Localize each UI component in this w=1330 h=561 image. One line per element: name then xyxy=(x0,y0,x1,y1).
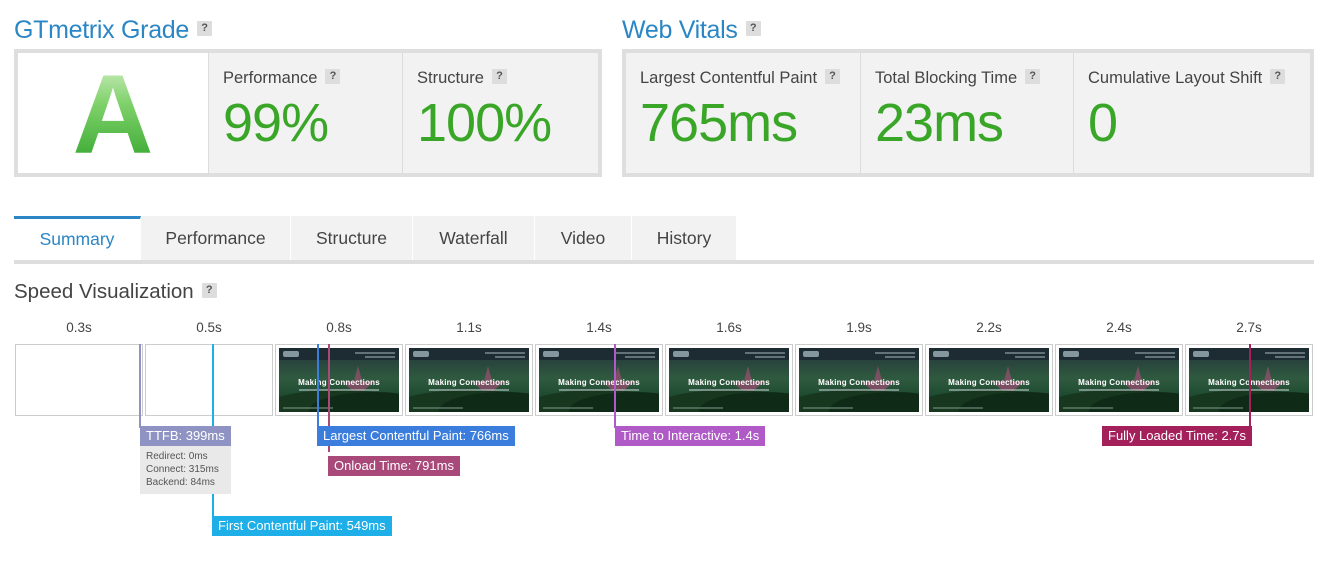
help-icon[interactable]: ? xyxy=(491,69,507,85)
performance-value: 99% xyxy=(223,93,329,153)
tab-summary[interactable]: Summary xyxy=(14,216,141,260)
grade-letter: A xyxy=(72,52,154,177)
performance-score: Performance? 99% xyxy=(209,53,403,173)
frame-blank[interactable] xyxy=(15,344,143,416)
web-vitals-title: Web Vitals? xyxy=(622,16,761,45)
gtmetrix-grade-title: GTmetrix Grade? xyxy=(14,16,212,45)
structure-label-row: Structure? xyxy=(417,69,598,88)
ttfb-breakdown: Redirect: 0ms Connect: 315ms Backend: 84… xyxy=(140,446,231,494)
frame-time: 1.6s xyxy=(716,320,742,335)
frame-time: 1.9s xyxy=(846,320,872,335)
structure-value: 100% xyxy=(417,93,552,153)
tbt-label-row: Total Blocking Time? xyxy=(875,69,1073,88)
lcp-line xyxy=(317,344,319,428)
page-screenshot: Making Connections xyxy=(539,348,659,412)
lcp-label: Largest Contentful Paint xyxy=(640,69,818,87)
frame-time: 2.4s xyxy=(1106,320,1132,335)
performance-label: Performance xyxy=(223,69,318,87)
speed-visualization-title-text: Speed Visualization xyxy=(14,280,194,303)
ttfb-connect: Connect: 315ms xyxy=(146,464,219,475)
speed-visualization-title: Speed Visualization? xyxy=(14,280,217,304)
tbt-value: 23ms xyxy=(875,93,1004,153)
cls-label-row: Cumulative Layout Shift? xyxy=(1088,69,1310,88)
lcp-metric: Largest Contentful Paint? 765ms xyxy=(626,53,861,173)
frame-thumbnail[interactable]: Making Connections xyxy=(925,344,1053,416)
page-screenshot: Making Connections xyxy=(1059,348,1179,412)
frame-hero-text: Making Connections xyxy=(558,378,640,387)
grade-box: A xyxy=(18,53,209,173)
gtmetrix-grade-panel: A Performance? 99% Structure? 100% xyxy=(14,49,602,177)
tab-history[interactable]: History xyxy=(632,216,737,260)
tti-marker[interactable]: Time to Interactive: 1.4s xyxy=(615,426,766,446)
help-icon[interactable]: ? xyxy=(197,20,212,36)
frame-hero-text: Making Connections xyxy=(298,378,380,387)
performance-label-row: Performance? xyxy=(223,69,402,88)
ttfb-line xyxy=(139,344,141,428)
gtmetrix-grade-title-text: GTmetrix Grade xyxy=(14,16,189,44)
frame-time: 2.2s xyxy=(976,320,1002,335)
frame-hero-text: Making Connections xyxy=(428,378,510,387)
onload-marker[interactable]: Onload Time: 791ms xyxy=(328,456,460,476)
structure-label: Structure xyxy=(417,69,484,87)
tbt-label: Total Blocking Time xyxy=(875,69,1018,87)
frame-thumbnail[interactable]: Making Connections xyxy=(535,344,663,416)
page-screenshot: Making Connections xyxy=(279,348,399,412)
frame-thumbnail[interactable]: Making Connections xyxy=(405,344,533,416)
page-screenshot: Making Connections xyxy=(409,348,529,412)
tti-line xyxy=(614,344,616,428)
ttfb-backend: Backend: 84ms xyxy=(146,477,215,488)
fcp-marker[interactable]: First Contentful Paint: 549ms xyxy=(212,516,392,536)
ttfb-redirect: Redirect: 0ms xyxy=(146,451,208,462)
cls-value: 0 xyxy=(1088,93,1118,153)
frame-time: 0.5s xyxy=(196,320,222,335)
help-icon[interactable]: ? xyxy=(201,283,217,299)
tab-structure[interactable]: Structure xyxy=(291,216,413,260)
tab-performance[interactable]: Performance xyxy=(141,216,291,260)
frame-blank[interactable] xyxy=(145,344,273,416)
lcp-value: 765ms xyxy=(640,93,798,153)
cls-label: Cumulative Layout Shift xyxy=(1088,69,1263,87)
page-screenshot: Making Connections xyxy=(669,348,789,412)
frame-time: 1.1s xyxy=(456,320,482,335)
frame-thumbnail[interactable]: Making Connections xyxy=(665,344,793,416)
page-screenshot: Making Connections xyxy=(929,348,1049,412)
frame-time: 1.4s xyxy=(586,320,612,335)
web-vitals-panel: Largest Contentful Paint? 765ms Total Bl… xyxy=(622,49,1314,177)
help-icon[interactable]: ? xyxy=(1270,69,1286,85)
frame-time: 2.7s xyxy=(1236,320,1262,335)
frame-time: 0.3s xyxy=(66,320,92,335)
web-vitals-title-text: Web Vitals xyxy=(622,16,738,44)
frame-thumbnail[interactable]: Making Connections xyxy=(275,344,403,416)
fully-loaded-marker[interactable]: Fully Loaded Time: 2.7s xyxy=(1102,426,1253,446)
page-screenshot: Making Connections xyxy=(799,348,919,412)
cls-metric: Cumulative Layout Shift? 0 xyxy=(1074,53,1310,173)
frame-thumbnail[interactable]: Making Connections xyxy=(795,344,923,416)
fully-loaded-line xyxy=(1249,344,1251,428)
frame-thumbnail[interactable]: Making Connections xyxy=(1055,344,1183,416)
tbt-metric: Total Blocking Time? 23ms xyxy=(861,53,1074,173)
frame-hero-text: Making Connections xyxy=(948,378,1030,387)
frame-hero-text: Making Connections xyxy=(1078,378,1160,387)
help-icon[interactable]: ? xyxy=(745,20,761,36)
frame-hero-text: Making Connections xyxy=(818,378,900,387)
frame-hero-text: Making Connections xyxy=(688,378,770,387)
ttfb-marker[interactable]: TTFB: 399ms xyxy=(140,426,231,446)
lcp-marker[interactable]: Largest Contentful Paint: 766ms xyxy=(317,426,515,446)
report-tabs: Summary Performance Structure Waterfall … xyxy=(14,216,1314,264)
tab-waterfall[interactable]: Waterfall xyxy=(413,216,535,260)
lcp-label-row: Largest Contentful Paint? xyxy=(640,69,860,88)
help-icon[interactable]: ? xyxy=(825,69,841,85)
structure-score: Structure? 100% xyxy=(403,53,598,173)
help-icon[interactable]: ? xyxy=(325,69,341,85)
tab-video[interactable]: Video xyxy=(535,216,632,260)
help-icon[interactable]: ? xyxy=(1025,69,1041,85)
frame-time: 0.8s xyxy=(326,320,352,335)
